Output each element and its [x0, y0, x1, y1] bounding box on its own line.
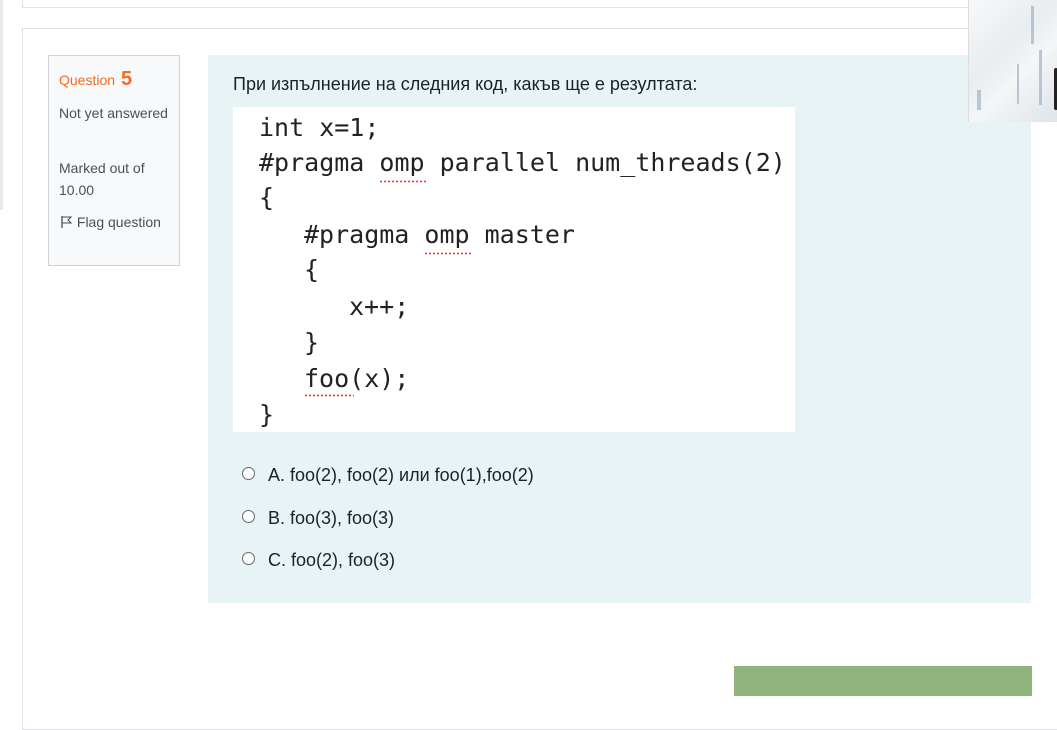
- flag-label: Flag question: [76, 214, 161, 230]
- code-line: }: [259, 400, 275, 429]
- video-artifact: [1031, 6, 1034, 44]
- question-info-box: Question 5 Not yet answered Marked out o…: [48, 55, 180, 266]
- answer-label: C. foo(2), foo(3): [268, 550, 396, 570]
- video-artifact: [977, 90, 981, 110]
- code-line: x++;: [349, 292, 410, 321]
- radio-button[interactable]: [242, 467, 255, 480]
- video-artifact: [1039, 50, 1042, 105]
- code-line: foo(x);: [304, 364, 410, 393]
- answer-option-c[interactable]: C. foo(2), foo(3): [242, 550, 395, 571]
- spellcheck-underline: [304, 394, 354, 397]
- spellcheck-underline: [379, 180, 426, 183]
- code-line: {: [304, 255, 320, 284]
- video-artifact: [1017, 64, 1019, 104]
- radio-button[interactable]: [242, 510, 255, 523]
- question-content: При изпълнение на следния код, какъв ще …: [208, 55, 1031, 603]
- spellcheck-underline: [424, 252, 471, 255]
- answer-option-b[interactable]: B. foo(3), foo(3): [242, 508, 394, 529]
- flag-question-link[interactable]: Flag question: [59, 211, 171, 234]
- question-number: Question 5: [59, 68, 132, 91]
- question-text: При изпълнение на следния код, какъв ще …: [233, 74, 698, 94]
- webcam-preview: [968, 0, 1057, 122]
- question-label: Question: [59, 72, 116, 88]
- code-image: int x=1; #pragma omp parallel num_thread…: [233, 107, 795, 432]
- answer-label: A. foo(2), foo(2) или foo(1),foo(2): [268, 465, 534, 485]
- previous-question-card: [22, 0, 1057, 8]
- code-line: #pragma omp master: [304, 220, 575, 249]
- code-line: }: [304, 328, 320, 357]
- question-state: Not yet answered: [59, 105, 168, 121]
- answer-label: B. foo(3), foo(3): [268, 508, 395, 528]
- question-number-value: 5: [120, 68, 133, 90]
- flag-icon: [59, 213, 73, 228]
- answer-option-a[interactable]: A. foo(2), foo(2) или foo(1),foo(2): [242, 465, 534, 486]
- radio-button[interactable]: [242, 552, 255, 565]
- next-page-button[interactable]: [734, 666, 1032, 696]
- code-line: #pragma omp parallel num_threads(2): [259, 148, 786, 177]
- code-line: {: [259, 183, 275, 212]
- question-grade: Marked out of 10.00: [59, 160, 145, 198]
- code-line: int x=1;: [259, 113, 380, 142]
- left-edge-mark: [0, 0, 3, 210]
